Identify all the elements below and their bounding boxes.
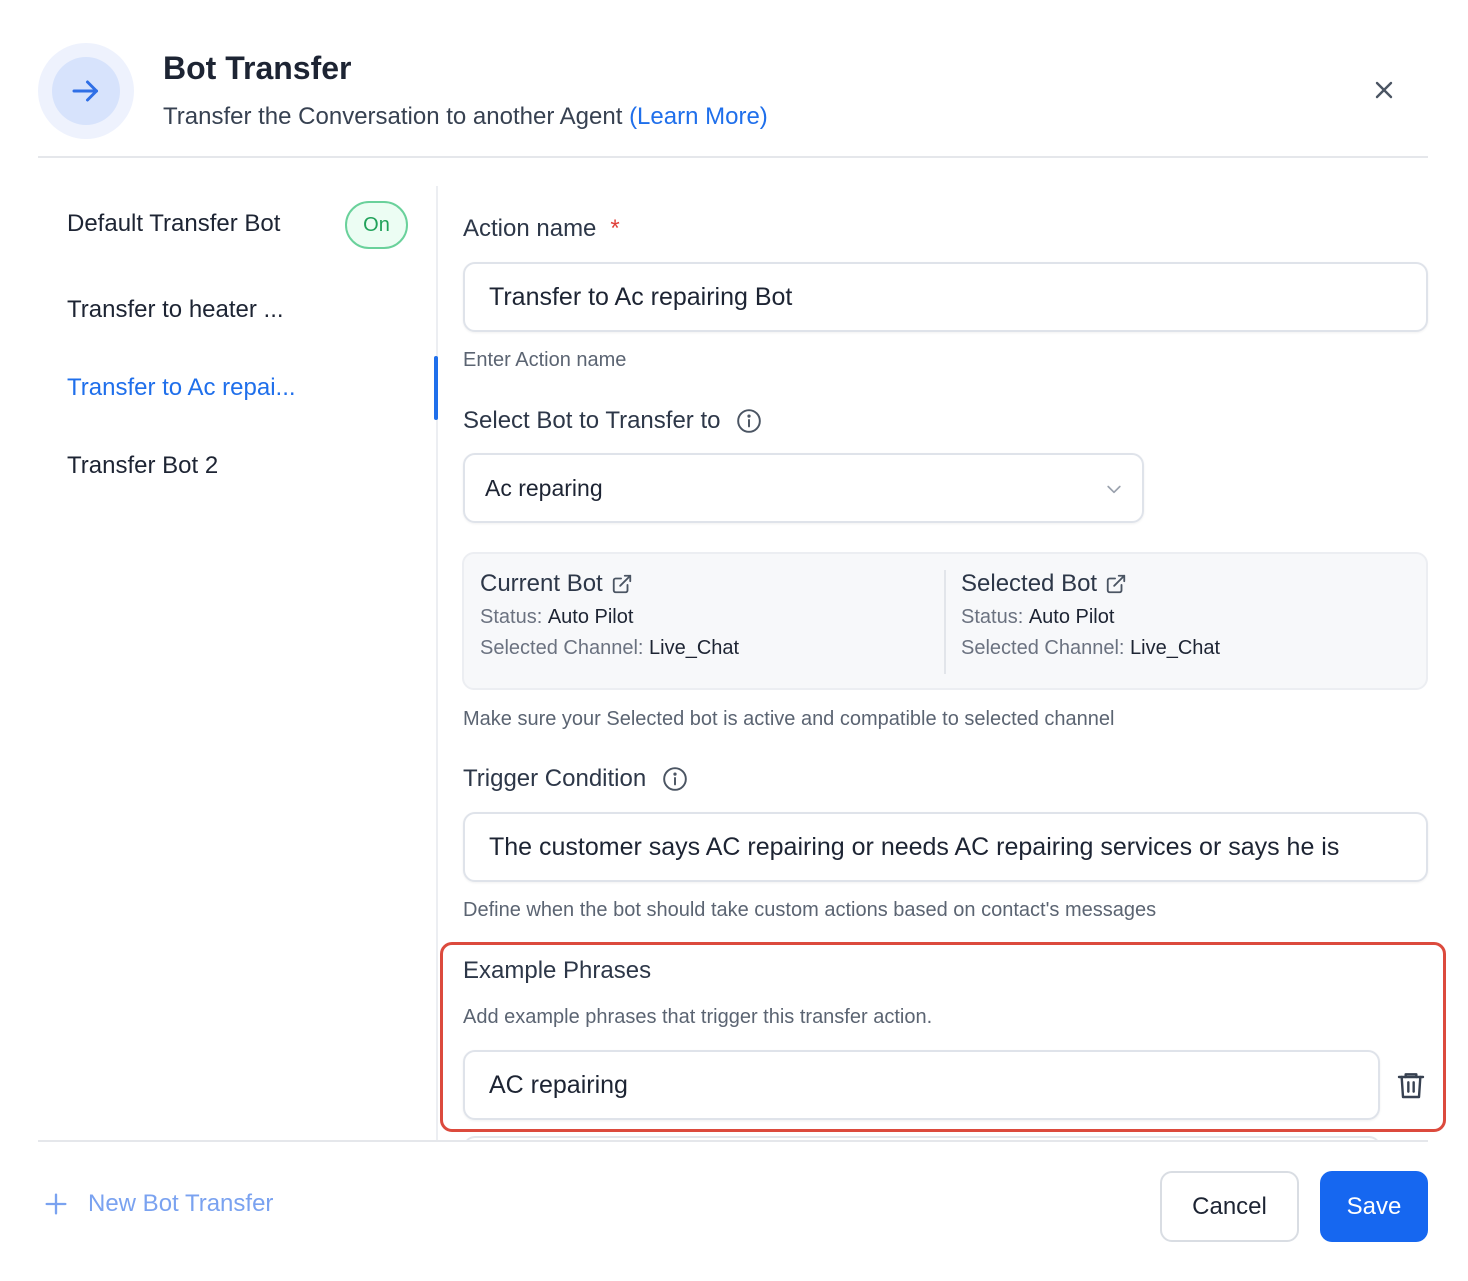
sidebar-divider bbox=[436, 186, 438, 1151]
chevron-down-icon bbox=[1107, 485, 1121, 494]
info-icon[interactable] bbox=[662, 766, 688, 792]
modal-title: Bot Transfer bbox=[163, 50, 352, 86]
close-icon bbox=[1375, 81, 1393, 99]
trigger-condition-label-text: Trigger Condition bbox=[463, 765, 647, 792]
select-bot-label-text: Select Bot to Transfer to bbox=[463, 407, 721, 434]
sidebar-active-indicator bbox=[434, 356, 438, 420]
current-bot-status: Status: Auto Pilot bbox=[480, 606, 739, 629]
sidebar-item-transfer-heater[interactable]: Transfer to heater ... bbox=[67, 296, 284, 324]
channel-value: Live_Chat bbox=[1130, 637, 1221, 659]
subtitle-text: Transfer the Conversation to another Age… bbox=[163, 103, 623, 130]
action-name-label-text: Action name bbox=[463, 215, 597, 242]
current-bot-title: Current Bot bbox=[480, 570, 603, 597]
learn-more-link[interactable]: (Learn More) bbox=[629, 103, 768, 130]
status-label: Status: bbox=[961, 606, 1024, 628]
status-value: Auto Pilot bbox=[547, 606, 634, 628]
required-mark: * bbox=[610, 215, 620, 242]
current-bot-card: Current Bot Status: Auto Pilot Selected … bbox=[480, 570, 739, 660]
example-phrases-highlight bbox=[440, 942, 1446, 1132]
action-name-value: Transfer to Ac repairing Bot bbox=[489, 282, 793, 311]
footer-divider bbox=[38, 1140, 1428, 1142]
selected-bot-heading[interactable]: Selected Bot bbox=[961, 570, 1220, 598]
trigger-condition-label: Trigger Condition bbox=[463, 765, 688, 793]
trigger-condition-input[interactable]: The customer says AC repairing or needs … bbox=[463, 812, 1428, 882]
selected-bot-title: Selected Bot bbox=[961, 570, 1098, 597]
close-button[interactable] bbox=[1366, 72, 1402, 108]
save-button[interactable]: Save bbox=[1320, 1171, 1428, 1242]
status-value: Auto Pilot bbox=[1028, 606, 1115, 628]
arrow-right-icon bbox=[72, 80, 98, 102]
header-divider bbox=[38, 156, 1428, 158]
plus-icon bbox=[45, 1193, 67, 1215]
sidebar-item-transfer-bot-2[interactable]: Transfer Bot 2 bbox=[67, 452, 218, 480]
external-link-icon bbox=[1106, 574, 1126, 594]
sidebar-item-default-transfer-bot[interactable]: Default Transfer Bot bbox=[67, 210, 280, 238]
current-bot-channel: Selected Channel: Live_Chat bbox=[480, 637, 739, 660]
info-icon[interactable] bbox=[736, 408, 762, 434]
new-bot-transfer-button[interactable]: New Bot Transfer bbox=[42, 1190, 273, 1218]
action-name-hint: Enter Action name bbox=[463, 349, 627, 371]
trigger-condition-value: The customer says AC repairing or needs … bbox=[489, 832, 1340, 861]
status-label: Status: bbox=[480, 606, 543, 628]
bot-panel-separator bbox=[944, 570, 946, 674]
action-name-label: Action name * bbox=[463, 215, 620, 243]
compatibility-hint: Make sure your Selected bot is active an… bbox=[463, 708, 1115, 730]
header-icon-badge bbox=[38, 43, 134, 139]
action-name-input[interactable]: Transfer to Ac repairing Bot bbox=[463, 262, 1428, 332]
sidebar-item-transfer-ac-repairing[interactable]: Transfer to Ac repai... bbox=[67, 374, 296, 402]
trigger-condition-hint: Define when the bot should take custom a… bbox=[463, 899, 1157, 921]
external-link-icon bbox=[612, 574, 631, 594]
bot-select-dropdown[interactable]: Ac reparing bbox=[463, 453, 1144, 523]
current-bot-heading[interactable]: Current Bot bbox=[480, 570, 739, 598]
cancel-button[interactable]: Cancel bbox=[1160, 1171, 1299, 1242]
channel-label: Selected Channel: bbox=[480, 637, 644, 659]
channel-value: Live_Chat bbox=[649, 637, 740, 659]
bot-select-value: Ac reparing bbox=[485, 474, 603, 501]
select-bot-label: Select Bot to Transfer to bbox=[463, 407, 762, 435]
selected-bot-card: Selected Bot Status: Auto Pilot Selected… bbox=[961, 570, 1220, 660]
bot-transfer-modal: Bot Transfer Transfer the Conversation t… bbox=[0, 0, 1468, 1281]
channel-label: Selected Channel: bbox=[961, 637, 1125, 659]
status-badge-on: On bbox=[345, 201, 408, 249]
new-bot-transfer-label: New Bot Transfer bbox=[88, 1190, 274, 1217]
modal-subtitle: Transfer the Conversation to another Age… bbox=[163, 103, 768, 131]
selected-bot-channel: Selected Channel: Live_Chat bbox=[961, 637, 1220, 660]
bot-info-panel: Current Bot Status: Auto Pilot Selected … bbox=[462, 552, 1428, 690]
selected-bot-status: Status: Auto Pilot bbox=[961, 606, 1220, 629]
